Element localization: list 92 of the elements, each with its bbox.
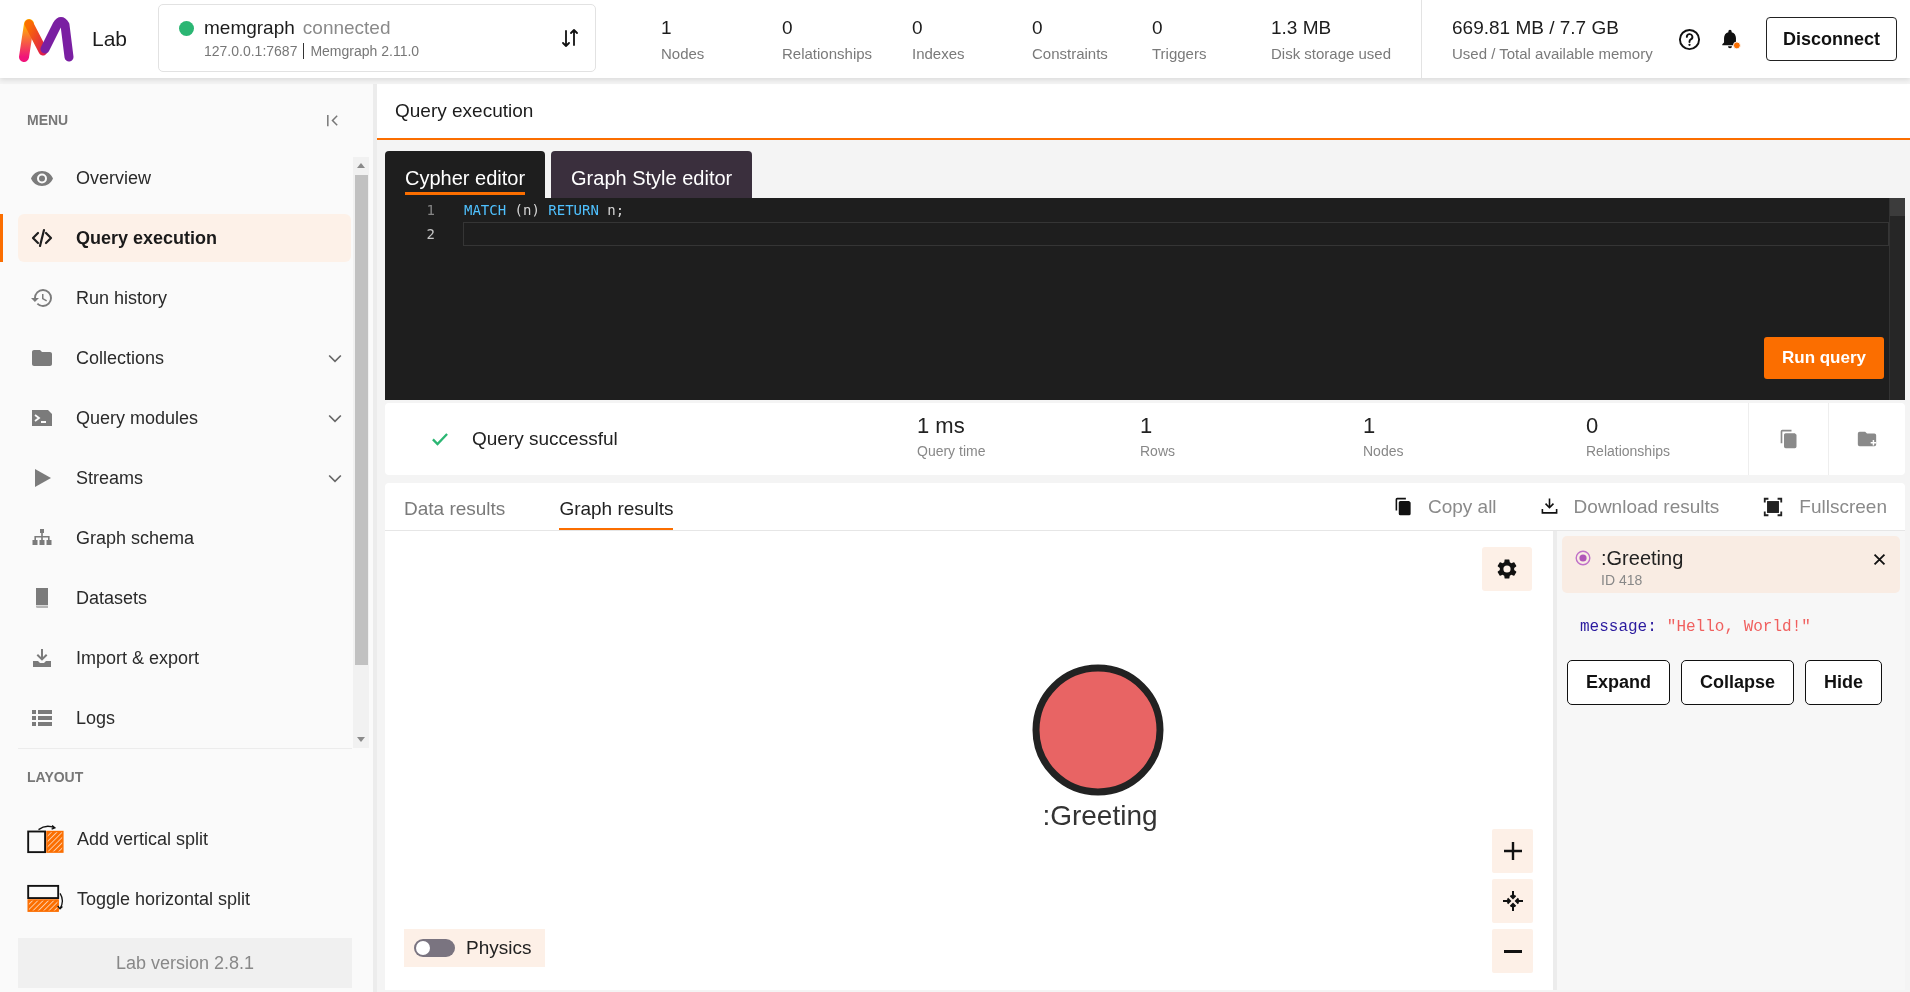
graph-node[interactable]	[1032, 664, 1164, 796]
toolbar-action[interactable]: Download results	[1539, 495, 1720, 518]
metric-value: 1	[1363, 412, 1377, 439]
metric-label: Rows	[1140, 442, 1176, 460]
section-title: MENU	[27, 112, 69, 128]
zoom-out-button[interactable]	[1492, 929, 1533, 973]
physics-toggle[interactable]: Physics	[404, 929, 545, 967]
code-icon	[30, 226, 54, 250]
vertical-split-icon	[27, 824, 65, 854]
stat-label: Relationships	[782, 44, 874, 63]
metric-label: Nodes	[1363, 442, 1405, 460]
panel-button[interactable]: Expand	[1567, 660, 1670, 705]
sidebar-item[interactable]: Graph schema	[18, 514, 351, 562]
active-indicator	[0, 214, 3, 262]
sidebar-item[interactable]: Query execution	[18, 214, 351, 262]
sidebar-item[interactable]: Query modules	[18, 394, 351, 442]
connection-card[interactable]: memgraph connected 127.0.0.1:7687 Memgraph 2.11.0	[158, 4, 596, 72]
results-tab[interactable]: Data results	[404, 483, 506, 530]
settings-button[interactable]	[1482, 547, 1532, 591]
property-key: message:	[1580, 617, 1657, 637]
zoom-in-icon	[1503, 842, 1522, 860]
panel-button[interactable]: Collapse	[1681, 660, 1795, 705]
stat-value: 0	[1032, 15, 1044, 40]
toggle-switch[interactable]	[414, 939, 455, 957]
sidebar-item[interactable]: Import & export	[18, 634, 351, 682]
node-marker-icon	[1575, 550, 1591, 566]
layout-action[interactable]: Toggle horizontal split	[27, 884, 251, 914]
download-icon	[30, 646, 54, 670]
server-version: Memgraph 2.11.0	[310, 43, 420, 59]
fit-view-icon	[1501, 890, 1524, 912]
node-id: ID 418	[1601, 572, 1644, 588]
page-title: Query execution	[395, 100, 534, 122]
editor-tab[interactable]: Graph Style editor	[551, 151, 753, 198]
swap-arrows-icon[interactable]	[562, 26, 578, 50]
node-title: :Greeting	[1601, 547, 1685, 569]
code-line: MATCH (n) RETURN n;	[463, 201, 626, 220]
stat-value: 0	[1152, 15, 1164, 40]
panel-button[interactable]: Hide	[1805, 660, 1883, 705]
stat-label: Triggers	[1152, 44, 1208, 63]
help-icon[interactable]	[1678, 27, 1701, 51]
section-title: LAYOUT	[27, 769, 84, 785]
metric-label: Relationships	[1586, 442, 1672, 460]
stat-value: 1	[661, 15, 673, 40]
copy-icon	[1393, 497, 1413, 516]
metric-value: 1	[1140, 412, 1154, 439]
line-number: 1	[425, 202, 435, 218]
stat-label: Nodes	[661, 44, 706, 63]
copy-icon	[1778, 429, 1799, 449]
history-icon	[30, 286, 54, 310]
zoom-in-button[interactable]	[1492, 829, 1533, 873]
bell-icon[interactable]	[1719, 27, 1741, 51]
sidebar-item[interactable]: Logs	[18, 694, 351, 742]
metric-value: 1 ms	[917, 412, 966, 439]
node-label: :Greeting	[1042, 799, 1158, 833]
sidebar-item[interactable]: Streams	[18, 454, 351, 502]
line-number: 2	[425, 226, 435, 242]
stat-value: 1.3 MB	[1271, 15, 1333, 40]
memory-label: Used / Total available memory	[1452, 44, 1654, 63]
sidebar-item[interactable]: Datasets	[18, 574, 351, 622]
sidebar-item[interactable]: Collections	[18, 334, 351, 382]
stat-label: Constraints	[1032, 44, 1109, 63]
fullscreen-icon	[1762, 495, 1785, 518]
stat-label: Indexes	[912, 44, 966, 63]
app-name: Lab	[92, 27, 128, 51]
metric-label: Query time	[917, 442, 987, 460]
download-icon	[1539, 497, 1559, 516]
stat-value: 0	[912, 15, 924, 40]
host-address: 127.0.0.1:7687	[204, 43, 298, 59]
code-editor[interactable]: 1 MATCH (n) RETURN n; 2 Run query	[385, 198, 1905, 400]
stat-label: Disk storage used	[1271, 44, 1393, 63]
toolbar-action[interactable]: Copy all	[1393, 495, 1497, 518]
settings-icon	[1495, 557, 1519, 581]
disconnect-button[interactable]: Disconnect	[1766, 17, 1897, 61]
close-icon[interactable]	[1871, 551, 1888, 568]
instance-name: memgraph	[204, 17, 295, 39]
editor-tab[interactable]: Cypher editor	[385, 151, 546, 198]
connection-status: connected	[302, 17, 391, 39]
version-label: Lab version 2.8.1	[18, 938, 352, 988]
horizontal-split-icon	[27, 884, 65, 914]
stat-value: 0	[782, 15, 794, 40]
status-message: Query successful	[472, 428, 618, 450]
property-value: "Hello, World!"	[1666, 617, 1811, 637]
fit-view-button[interactable]	[1492, 879, 1533, 923]
metric-value: 0	[1586, 412, 1600, 439]
scrollbar[interactable]	[353, 157, 369, 748]
zoom-out-icon	[1503, 949, 1522, 953]
layout-action[interactable]: Add vertical split	[27, 824, 209, 854]
sidebar-item[interactable]: Run history	[18, 274, 351, 322]
sidebar-item[interactable]: Overview	[18, 154, 351, 202]
memory-value: 669.81 MB / 7.7 GB	[1452, 15, 1620, 40]
graph-canvas[interactable]: :Greeting Physics	[385, 531, 1553, 990]
collapse-sidebar-icon[interactable]	[325, 112, 340, 128]
